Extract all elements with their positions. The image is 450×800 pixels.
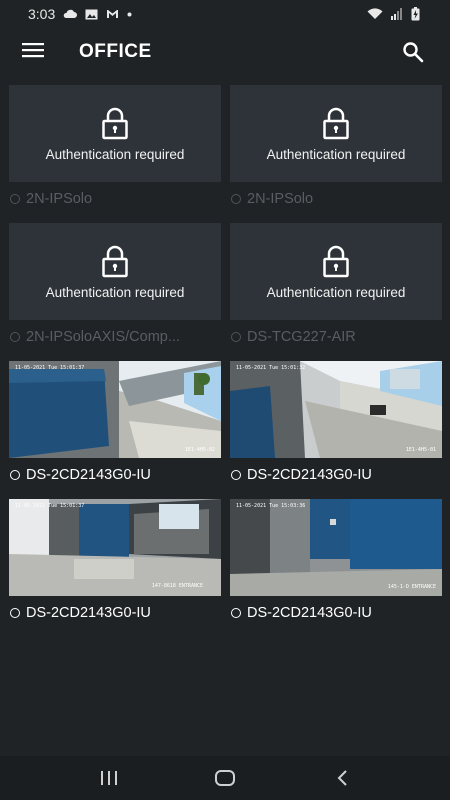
osd-timestamp: 11-05-2021 Tue 15:01:37 [15,365,85,371]
osd-timestamp: 11-05-2021 Tue 15:03:36 [236,503,306,509]
osd-timestamp: 11-05-2021 Tue 15:01:32 [236,365,306,371]
system-nav-bar [0,756,450,800]
camera-thumbnail[interactable]: 11-05-2021 Tue 15:01:37 1E1-4H5-02 [9,361,221,458]
camera-thumbnail[interactable]: Authentication required [230,85,442,182]
camera-feed-image [9,361,221,458]
status-time: 3:03 [28,6,56,22]
camera-caption[interactable]: DS-TCG227-AIR [230,327,442,347]
camera-thumbnail[interactable]: Authentication required [9,223,221,320]
osd-label: 1E1-4H5-02 [184,447,215,453]
auth-message: Authentication required [266,285,406,300]
app-bar: OFFICE [0,28,450,78]
status-bar: 3:03 [0,0,450,28]
camera-name: 2N-IPSoloAXIS/Comp... [26,329,180,345]
dot-icon [127,12,132,17]
camera-name: 2N-IPSolo [247,191,314,207]
lock-icon [323,107,349,140]
camera-name: 2N-IPSolo [26,191,93,207]
battery-icon [411,7,420,21]
status-dot-icon [10,608,20,618]
status-dot-icon [231,194,241,204]
camera-caption[interactable]: DS-2CD2143G0-IU [9,465,221,485]
camera-thumbnail[interactable]: Authentication required [9,85,221,182]
auth-placeholder: Authentication required [230,85,442,182]
status-right [367,7,420,21]
hamburger-menu-icon[interactable] [22,42,48,64]
status-dot-icon [231,332,241,342]
search-icon[interactable] [402,41,426,65]
wifi-icon [367,8,383,20]
camera-name: DS-2CD2143G0-IU [247,467,372,483]
camera-caption[interactable]: 2N-IPSolo [9,189,221,209]
auth-message: Authentication required [266,147,406,162]
recent-apps-icon[interactable] [98,768,120,788]
lock-icon [323,245,349,278]
image-icon [85,9,98,20]
auth-message: Authentication required [45,285,185,300]
camera-caption[interactable]: DS-2CD2143G0-IU [9,603,221,623]
auth-placeholder: Authentication required [9,223,221,320]
status-dot-icon [10,470,20,480]
camera-name: DS-TCG227-AIR [247,329,356,345]
camera-caption[interactable]: 2N-IPSolo [230,189,442,209]
camera-name: DS-2CD2143G0-IU [26,605,151,621]
status-dot-icon [10,332,20,342]
status-dot-icon [231,608,241,618]
cloud-icon [63,9,78,19]
camera-feed-image [230,499,442,596]
camera-thumbnail[interactable]: Authentication required [230,223,442,320]
camera-thumbnail[interactable]: 11-05-2021 Tue 15:03:36 145-1-D ENTRANCE [230,499,442,596]
gmail-icon [106,9,119,19]
camera-feed-image [230,361,442,458]
page-title: OFFICE [79,41,152,62]
camera-name: DS-2CD2143G0-IU [247,605,372,621]
camera-thumbnail[interactable]: 11-05-2021 Tue 15:01:37 147-8618 ENTRANC… [9,499,221,596]
camera-thumbnail[interactable]: 11-05-2021 Tue 15:01:32 1E1-4H5-01 [230,361,442,458]
auth-message: Authentication required [45,147,185,162]
osd-timestamp: 11-05-2021 Tue 15:01:37 [15,503,85,509]
camera-feed-image [9,499,221,596]
camera-name: DS-2CD2143G0-IU [26,467,151,483]
lock-icon [102,107,128,140]
status-left: 3:03 [28,6,132,22]
status-dot-icon [10,194,20,204]
signal-icon [391,8,403,20]
auth-placeholder: Authentication required [230,223,442,320]
back-icon[interactable] [334,768,350,788]
osd-label: 147-8618 ENTRANCE [151,583,203,589]
status-dot-icon [231,470,241,480]
auth-placeholder: Authentication required [9,85,221,182]
camera-caption[interactable]: DS-2CD2143G0-IU [230,603,442,623]
camera-caption[interactable]: 2N-IPSoloAXIS/Comp... [9,327,221,347]
osd-label: 1E1-4H5-01 [405,447,436,453]
home-icon[interactable] [214,768,236,788]
osd-label: 145-1-D ENTRANCE [387,584,436,590]
lock-icon [102,245,128,278]
camera-caption[interactable]: DS-2CD2143G0-IU [230,465,442,485]
